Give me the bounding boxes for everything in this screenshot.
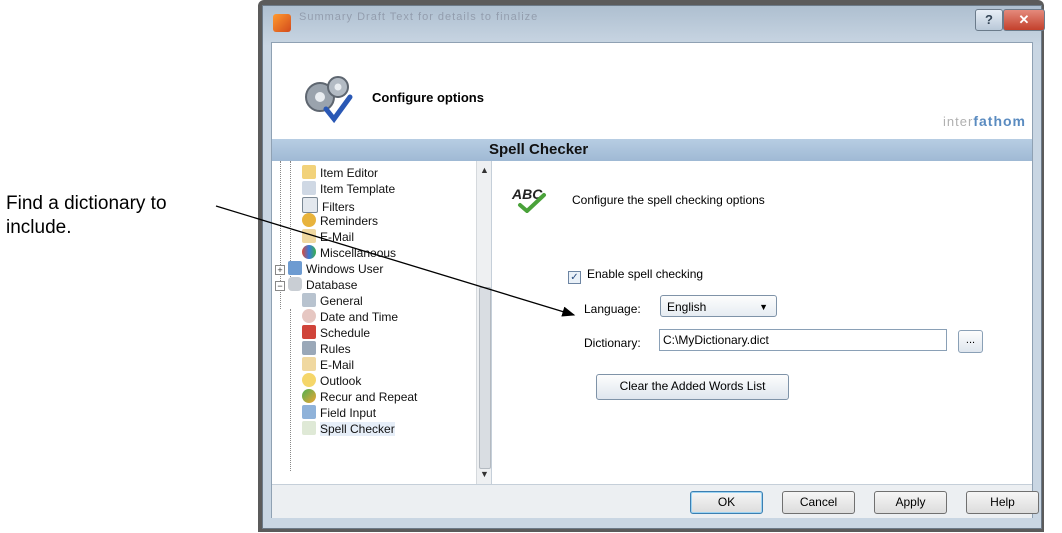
callout-arrow-line (215, 205, 576, 317)
callout-arrows (215, 205, 576, 317)
